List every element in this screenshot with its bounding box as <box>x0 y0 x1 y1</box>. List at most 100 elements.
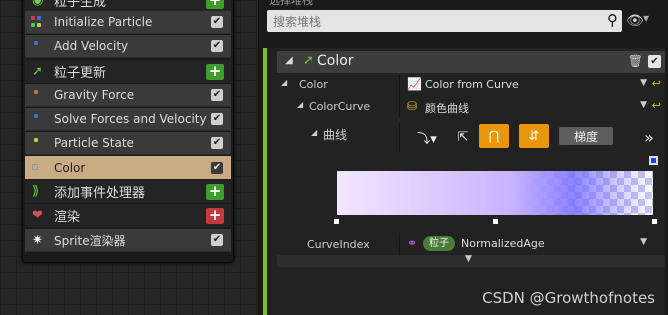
color-gradient-preview[interactable] <box>337 171 653 215</box>
dynamic-input-value[interactable]: Color from Curve <box>425 78 519 91</box>
module-sprite-renderer[interactable]: ✷ Sprite渲染器 ✔ <box>25 229 231 252</box>
magnet-snap-button[interactable]: ⋂ <box>479 124 509 148</box>
enable-checkbox[interactable]: ✔ <box>211 113 223 125</box>
curve-asset-value[interactable]: 颜色曲线 <box>425 100 469 116</box>
module-solve-forces[interactable]: Solve Forces and Velocity ✔ <box>25 108 231 131</box>
module-color[interactable]: Color ✔ <box>25 156 231 179</box>
search-input[interactable]: 搜索堆栈 ⚲ <box>267 10 622 32</box>
module-initialize-particle[interactable]: Initialize Particle ✔ <box>25 11 231 34</box>
visibility-eye-icon[interactable]: 👁 <box>626 13 644 29</box>
enable-checkbox[interactable]: ✔ <box>211 137 223 149</box>
property-row-curveindex: CurveIndex ⚭ 粒子 NormalizedAge ▼ <box>277 233 665 255</box>
property-label: Color <box>299 78 328 91</box>
graph-canvas[interactable]: ◉ 粒子生成 + Initialize Particle ✔ Add Veloc… <box>0 0 258 315</box>
module-dot-icon <box>34 114 38 118</box>
expand-chevron-icon[interactable]: » <box>639 125 659 149</box>
category-title: Color <box>317 53 354 69</box>
stage-add-event-handler[interactable]: ⟫ 添加事件处理器 + <box>25 180 231 203</box>
enable-checkbox[interactable]: ✔ <box>211 16 223 28</box>
watermark: CSDN @Growthofnotes <box>482 289 655 307</box>
add-event-handler-button[interactable]: + <box>206 183 224 200</box>
collapse-triangle-icon[interactable]: ◢ <box>285 55 293 66</box>
curve-chart-icon: 📈 <box>407 77 422 91</box>
color-stop-handle[interactable] <box>332 217 341 226</box>
stage-render[interactable]: ❤ 渲染 + <box>25 204 231 227</box>
property-label: ColorCurve <box>309 100 371 113</box>
module-label: Add Velocity <box>54 39 129 53</box>
property-label: CurveIndex <box>307 238 370 251</box>
chevron-down-icon[interactable]: ▼ <box>640 78 647 88</box>
gradient-fill <box>337 171 653 215</box>
stage-label: 添加事件处理器 <box>54 186 146 201</box>
property-label: 曲线 <box>323 128 348 142</box>
category-header[interactable]: ◢ ➚ Color 🗑 ✔ <box>277 51 665 73</box>
module-particle-state[interactable]: Particle State ✔ <box>25 132 231 155</box>
enable-checkbox[interactable]: ✔ <box>211 161 223 174</box>
column-divider <box>399 122 400 152</box>
chevron-down-icon[interactable]: ▼ <box>640 100 647 110</box>
link-icon: ⚭ <box>407 236 418 250</box>
column-divider <box>399 96 400 118</box>
stage-label: 粒子生成 <box>54 0 107 10</box>
column-divider <box>399 233 400 255</box>
color-category: ◢ ➚ Color 🗑 ✔ ◢ Color 📈 Color from Curve… <box>263 48 665 315</box>
expand-triangle-icon[interactable]: ◢ <box>281 78 287 87</box>
color-stop-handle[interactable] <box>491 217 500 226</box>
reset-to-default-icon[interactable]: ↩ <box>652 99 661 112</box>
module-add-velocity[interactable]: Add Velocity ✔ <box>25 35 231 58</box>
module-label: Color <box>54 160 86 175</box>
stage-particle-update[interactable]: ➚ 粒子更新 + <box>25 60 231 83</box>
chevron-down-icon[interactable]: ▼ <box>643 14 649 23</box>
event-handler-icon: ⟫ <box>32 184 40 199</box>
module-gravity-force[interactable]: Gravity Force ✔ <box>25 84 231 107</box>
column-divider <box>399 74 400 96</box>
property-row-colorcurve: ◢ ColorCurve ⛁ 颜色曲线 ▼ ↩ <box>277 96 665 118</box>
update-arrow-icon: ➚ <box>32 64 43 79</box>
enable-checkbox[interactable]: ✔ <box>211 89 223 101</box>
add-module-button[interactable]: + <box>206 0 224 9</box>
sprite-icon: ✷ <box>32 232 43 248</box>
module-label: Solve Forces and Velocity <box>54 112 207 126</box>
render-icon: ❤ <box>32 208 43 223</box>
search-placeholder: 搜索堆栈 <box>273 15 322 29</box>
gradient-button[interactable]: 梯度 <box>559 127 613 145</box>
property-row-color: ◢ Color 📈 Color from Curve ▼ ↩ <box>277 74 665 96</box>
module-dot-icon <box>34 41 38 45</box>
property-row-curve: ◢ 曲线 ⤵▾ ⇱ ⋂ ⇵ 梯度 » <box>277 122 665 152</box>
module-label: Gravity Force <box>54 88 135 102</box>
expand-triangle-icon[interactable]: ◢ <box>297 100 303 109</box>
stage-label: 粒子更新 <box>54 66 107 81</box>
search-icon[interactable]: ⚲ <box>607 12 618 28</box>
open-external-icon[interactable]: ⇱ <box>452 125 474 149</box>
panel-title: 选择堆栈 <box>269 0 313 7</box>
module-square-icon <box>32 164 38 170</box>
parameter-value[interactable]: NormalizedAge <box>461 237 545 250</box>
emitter-node[interactable]: ◉ 粒子生成 + Initialize Particle ✔ Add Veloc… <box>22 0 234 263</box>
module-label: Particle State <box>54 136 134 150</box>
enable-checkbox[interactable]: ✔ <box>211 40 223 52</box>
reset-to-default-icon[interactable]: ↩ <box>652 77 661 90</box>
add-module-button[interactable]: + <box>206 63 224 80</box>
category-footer[interactable]: ▼ <box>277 254 665 267</box>
module-dot-icon <box>34 138 38 142</box>
add-renderer-button[interactable]: + <box>206 207 224 224</box>
curve-mode-button[interactable]: ⇵ <box>519 124 549 148</box>
module-dot-icon <box>34 90 38 94</box>
spawn-icon: ◉ <box>32 0 44 8</box>
stage-label: 渲染 <box>54 210 81 225</box>
update-arrow-icon: ➚ <box>303 53 314 68</box>
particle-namespace-badge: 粒子 <box>423 236 455 251</box>
selection-stack-panel: 选择堆栈 搜索堆栈 ⚲ 👁 ▼ ◢ ➚ Color 🗑 ✔ ◢ Color 📈 … <box>258 0 668 315</box>
curve-template-dropdown[interactable]: ⤵▾ <box>412 125 442 149</box>
trash-icon[interactable]: 🗑 <box>628 54 643 68</box>
module-label: Sprite渲染器 <box>54 233 126 248</box>
enable-checkbox[interactable]: ✔ <box>648 55 661 68</box>
chevron-down-icon[interactable]: ▼ <box>640 237 647 247</box>
module-label: Initialize Particle <box>54 15 153 29</box>
expand-triangle-icon[interactable]: ◢ <box>311 128 317 137</box>
alpha-stop-handle[interactable] <box>649 156 658 165</box>
database-icon: ⛁ <box>407 99 418 113</box>
enable-checkbox[interactable]: ✔ <box>211 234 223 246</box>
color-stop-handle[interactable] <box>650 217 659 226</box>
expand-down-icon[interactable]: ▼ <box>465 254 472 264</box>
